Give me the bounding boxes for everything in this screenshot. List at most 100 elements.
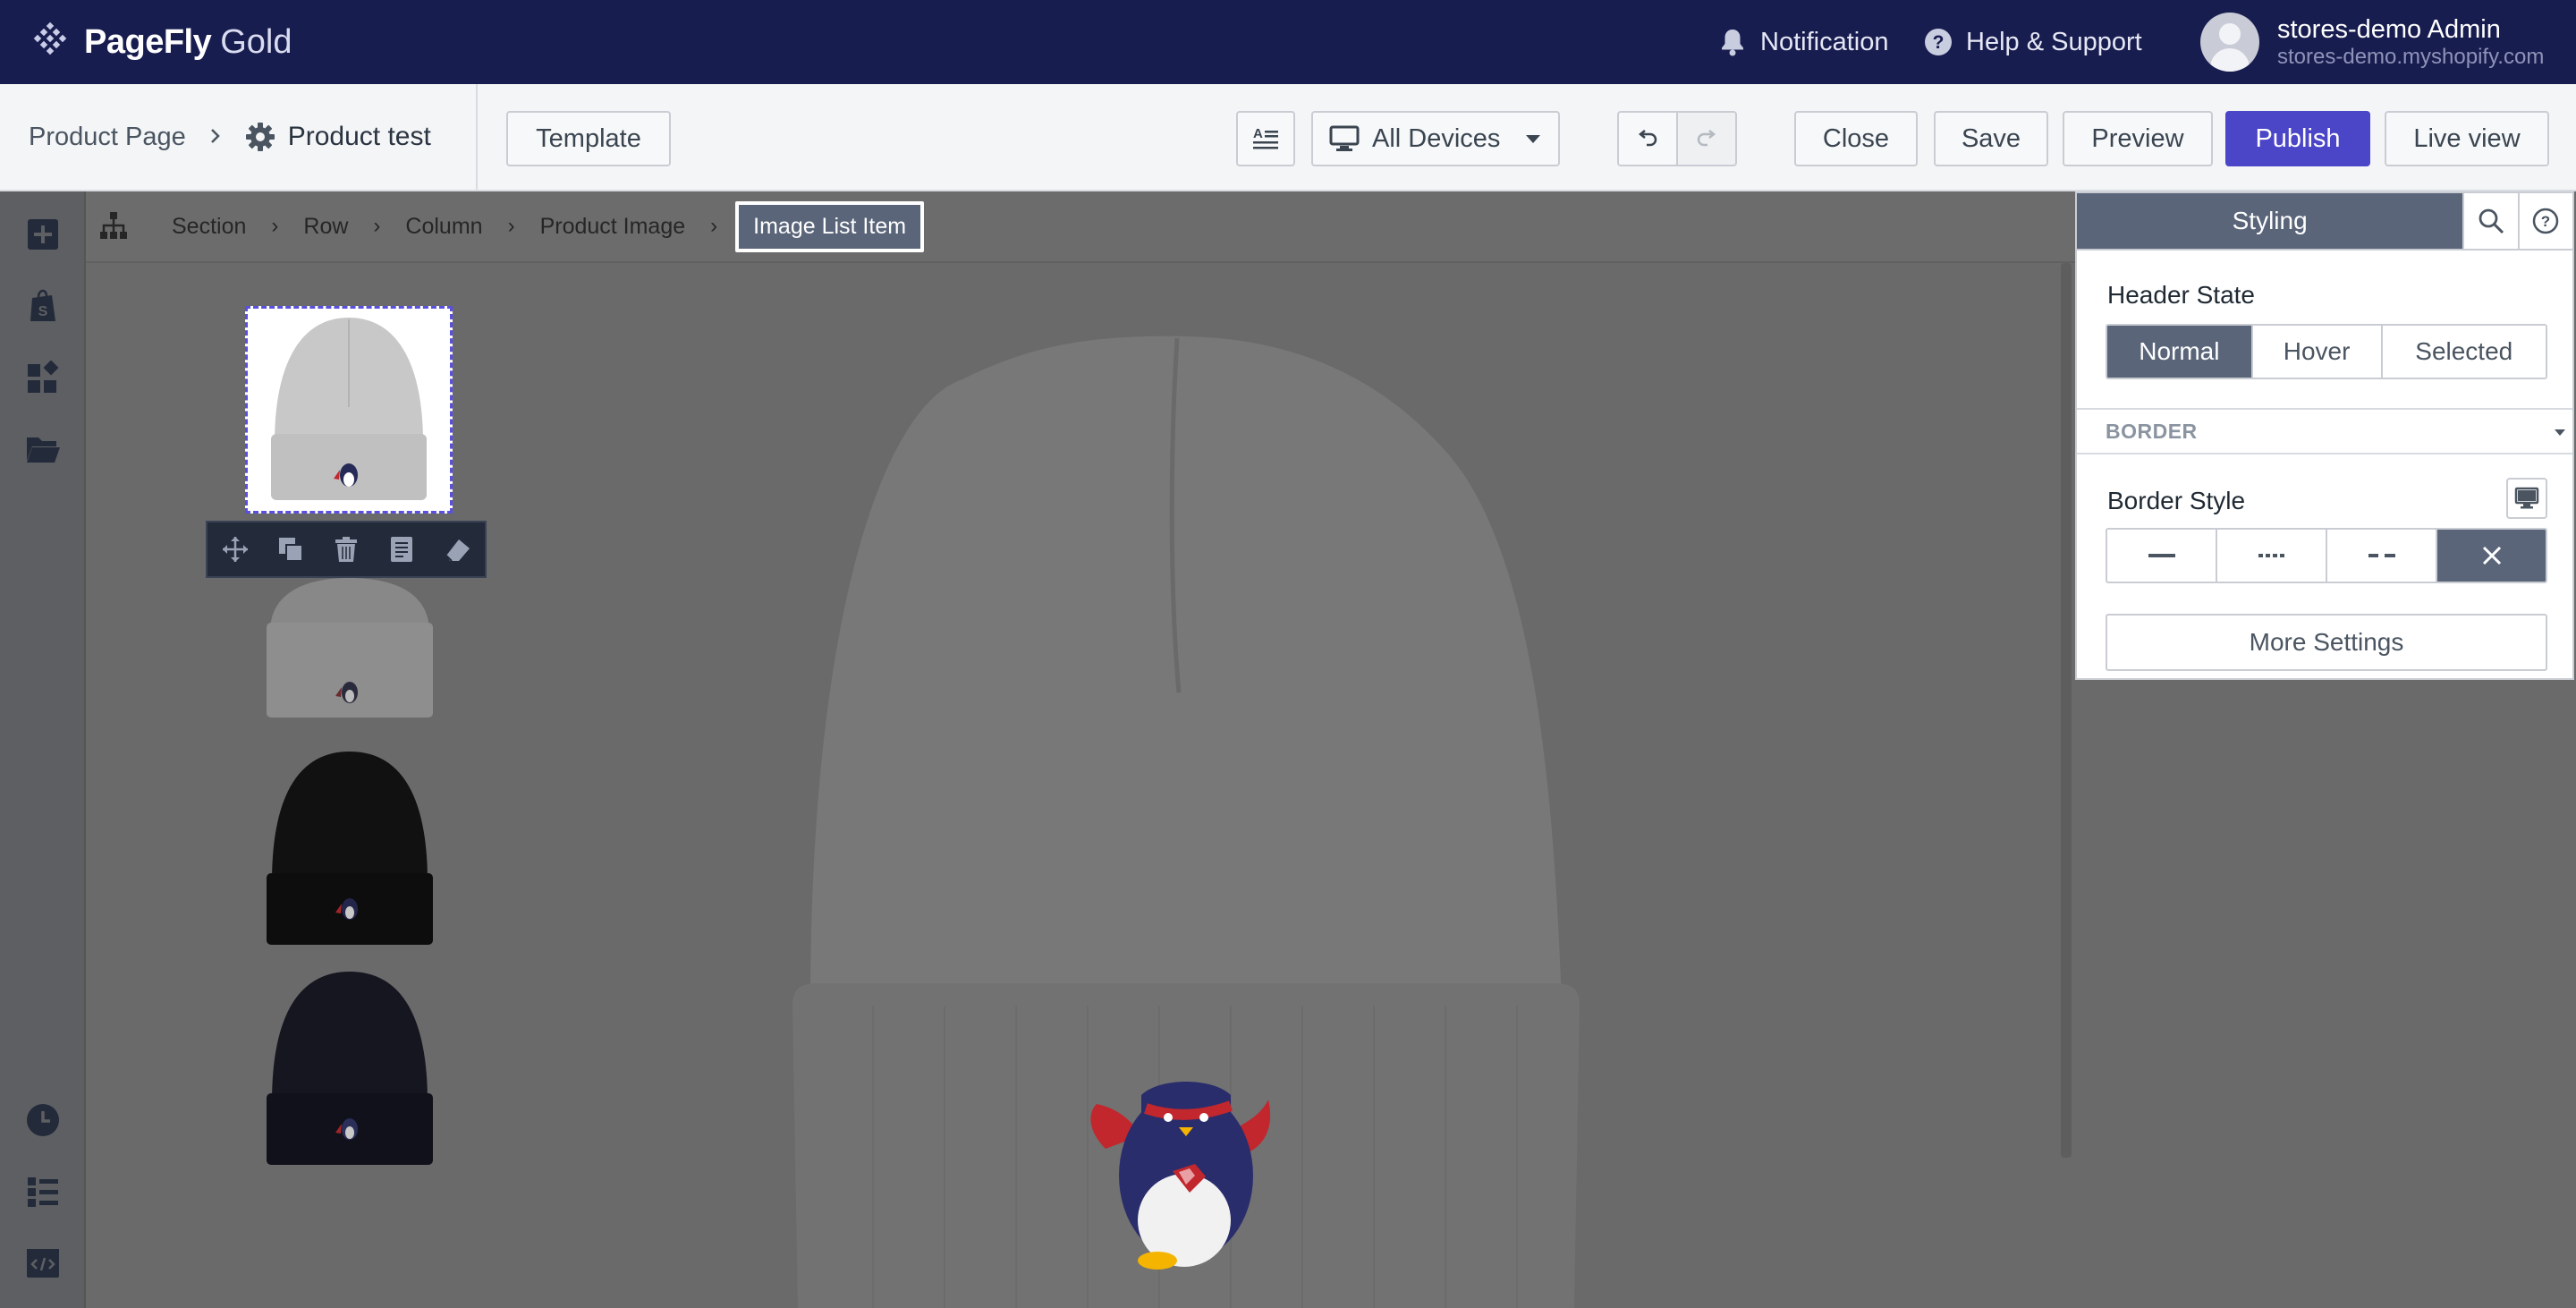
help-icon[interactable]: ? bbox=[2517, 193, 2573, 249]
border-section-title: BORDER bbox=[2106, 419, 2198, 443]
trash-icon[interactable] bbox=[318, 522, 374, 576]
editor-canvas[interactable]: Section › Row › Column › Product Image ›… bbox=[86, 191, 2075, 1308]
gear-icon[interactable] bbox=[245, 122, 275, 152]
sections-icon[interactable] bbox=[25, 360, 61, 395]
header-state-toggle: Normal Hover Selected bbox=[2106, 324, 2547, 379]
add-element-icon[interactable] bbox=[25, 217, 61, 252]
image-list-item[interactable] bbox=[265, 748, 435, 947]
desktop-icon bbox=[2514, 487, 2539, 509]
close-icon bbox=[2482, 546, 2501, 565]
duplicate-icon[interactable] bbox=[263, 522, 318, 576]
brand-tier: Gold bbox=[220, 22, 292, 61]
svg-text:?: ? bbox=[1933, 32, 1945, 53]
desktop-icon bbox=[1329, 125, 1360, 151]
dashed-line-icon bbox=[2368, 554, 2395, 557]
layers-list-icon[interactable] bbox=[25, 1174, 61, 1210]
undo-button[interactable] bbox=[1617, 111, 1678, 166]
redo-icon bbox=[1697, 130, 1716, 147]
border-style-label: Border Style bbox=[2107, 487, 2246, 514]
chevron-right-icon: › bbox=[271, 214, 279, 238]
border-solid-button[interactable] bbox=[2107, 530, 2217, 582]
preview-button[interactable]: Preview bbox=[2063, 111, 2213, 166]
left-sidebar: S bbox=[0, 191, 86, 1308]
move-icon[interactable] bbox=[208, 522, 263, 576]
state-normal-button[interactable]: Normal bbox=[2107, 326, 2253, 378]
beanie-thumbnail-navy bbox=[267, 972, 433, 1165]
chevron-right-icon: › bbox=[373, 214, 381, 238]
avatar bbox=[2200, 13, 2259, 72]
text-align-button[interactable]: A bbox=[1236, 111, 1295, 166]
state-hover-button[interactable]: Hover bbox=[2252, 326, 2383, 378]
element-breadcrumb: Section › Row › Column › Product Image ›… bbox=[86, 191, 2075, 263]
solid-line-icon bbox=[2148, 554, 2175, 557]
header-state-label: Header State bbox=[2107, 281, 2255, 309]
crumb-product-page[interactable]: Product Page bbox=[29, 123, 186, 152]
device-selector[interactable]: All Devices bbox=[1311, 111, 1560, 166]
responsive-device-button[interactable] bbox=[2506, 478, 2547, 519]
toolbar-divider bbox=[476, 84, 478, 190]
sitemap-tree-icon[interactable] bbox=[98, 210, 131, 242]
more-settings-button[interactable]: More Settings bbox=[2106, 614, 2547, 671]
breadcrumb-section[interactable]: Section bbox=[172, 214, 246, 240]
help-support-link[interactable]: ? Help & Support bbox=[1923, 0, 2142, 84]
breadcrumb-row[interactable]: Row bbox=[303, 214, 348, 240]
chevron-down-icon bbox=[1526, 134, 1540, 143]
beanie-thumbnail-light bbox=[267, 578, 433, 718]
beanie-main-image bbox=[792, 335, 1580, 1308]
text-format-icon: A bbox=[1253, 126, 1278, 149]
border-dotted-button[interactable] bbox=[2217, 530, 2327, 582]
border-dashed-button[interactable] bbox=[2327, 530, 2437, 582]
border-style-toggle bbox=[2106, 528, 2547, 583]
shopify-bag-icon[interactable]: S bbox=[25, 288, 61, 324]
device-selector-label: All Devices bbox=[1372, 123, 1501, 153]
help-circle-icon: ? bbox=[1923, 27, 1953, 57]
save-template-icon[interactable] bbox=[374, 522, 429, 576]
element-action-toolbar bbox=[206, 521, 487, 578]
beanie-thumbnail-black bbox=[267, 752, 433, 945]
search-icon[interactable] bbox=[2462, 193, 2518, 249]
image-list-item[interactable] bbox=[265, 578, 435, 721]
folder-icon[interactable] bbox=[25, 431, 61, 467]
code-editor-icon[interactable] bbox=[25, 1245, 61, 1281]
notification-label: Notification bbox=[1760, 27, 1889, 56]
publish-button[interactable]: Publish bbox=[2225, 111, 2370, 166]
image-list-item-selected[interactable] bbox=[245, 306, 453, 514]
chevron-right-icon bbox=[209, 123, 222, 152]
bell-icon bbox=[1717, 27, 1748, 57]
canvas-scrollbar[interactable] bbox=[2061, 263, 2072, 1158]
close-button[interactable]: Close bbox=[1794, 111, 1918, 166]
beanie-thumbnail-heather bbox=[271, 318, 427, 500]
live-view-button[interactable]: Live view bbox=[2385, 111, 2549, 166]
page-title[interactable]: Product test bbox=[288, 122, 431, 152]
styling-panel: Styling ? Header State Normal Hover Sele… bbox=[2075, 191, 2574, 680]
help-support-label: Help & Support bbox=[1966, 27, 2142, 56]
svg-text:S: S bbox=[38, 304, 48, 319]
pagefly-logo[interactable]: PageFly Gold bbox=[29, 20, 292, 64]
page-breadcrumb: Product Page Product test bbox=[29, 84, 431, 190]
save-button[interactable]: Save bbox=[1934, 111, 2048, 166]
user-shop-domain: stores-demo.myshopify.com bbox=[2277, 44, 2545, 69]
tab-styling[interactable]: Styling bbox=[2077, 193, 2463, 249]
redo-button[interactable] bbox=[1676, 111, 1737, 166]
eraser-icon[interactable] bbox=[429, 522, 485, 576]
pagefly-diamond-icon bbox=[33, 21, 67, 55]
main-product-image[interactable] bbox=[766, 326, 1606, 1308]
template-button[interactable]: Template bbox=[506, 111, 671, 166]
border-section-header[interactable]: BORDER bbox=[2077, 408, 2572, 454]
chevron-right-icon: › bbox=[710, 214, 718, 238]
user-menu[interactable]: stores-demo Admin stores-demo.myshopify.… bbox=[2200, 9, 2544, 75]
brand-name: PageFly bbox=[84, 22, 212, 61]
dotted-line-icon bbox=[2258, 554, 2284, 557]
image-list-item[interactable] bbox=[265, 968, 435, 1167]
breadcrumb-image-list-item[interactable]: Image List Item bbox=[735, 200, 925, 252]
notification-link[interactable]: Notification bbox=[1717, 0, 1888, 84]
editor-toolbar: Product Page Product test Template A All… bbox=[0, 84, 2576, 191]
history-clock-icon[interactable] bbox=[25, 1102, 61, 1138]
breadcrumb-column[interactable]: Column bbox=[405, 214, 482, 240]
top-navigation: PageFly Gold Notification ? Help & Suppo… bbox=[0, 0, 2576, 84]
user-name: stores-demo Admin bbox=[2277, 14, 2501, 44]
state-selected-button[interactable]: Selected bbox=[2382, 326, 2546, 378]
breadcrumb-product-image[interactable]: Product Image bbox=[540, 214, 686, 240]
svg-text:?: ? bbox=[2541, 213, 2550, 230]
border-none-button[interactable] bbox=[2437, 530, 2546, 582]
